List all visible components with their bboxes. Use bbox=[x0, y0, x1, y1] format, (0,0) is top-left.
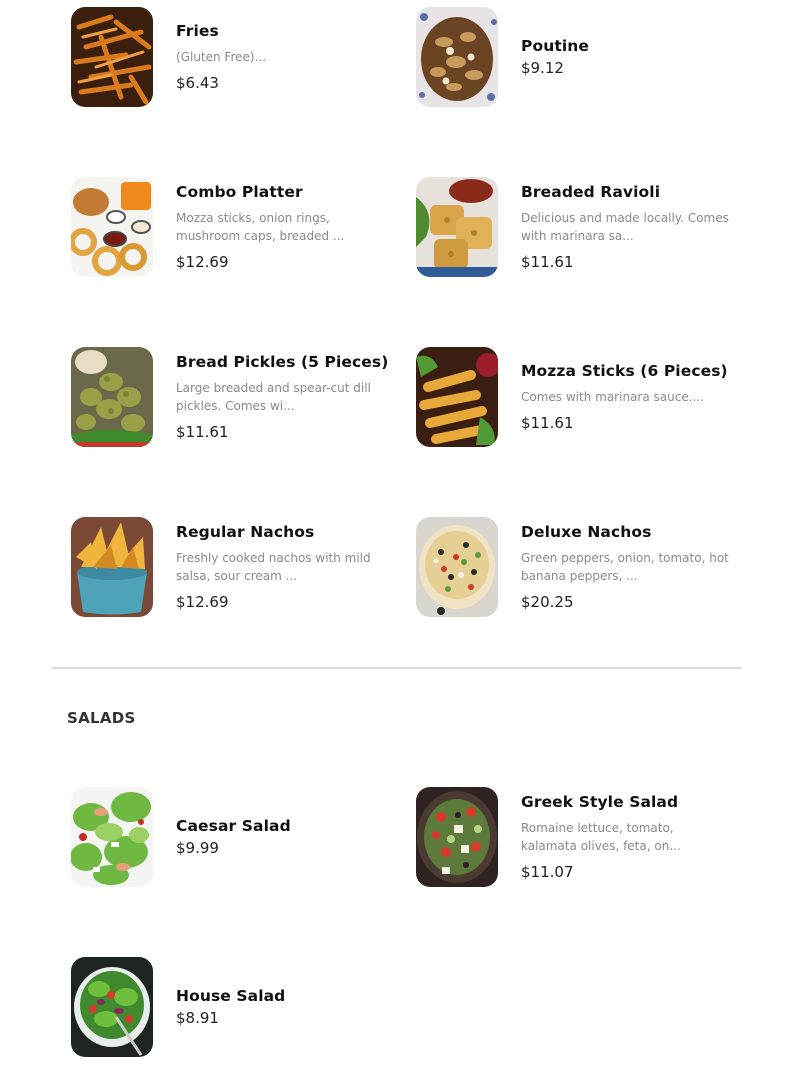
item-name: Poutine bbox=[521, 37, 590, 55]
menu-item-bread-pickles[interactable]: Bread Pickles (5 Pieces) Large breaded a… bbox=[71, 347, 411, 447]
item-price: $9.12 bbox=[521, 59, 564, 77]
item-price: $11.61 bbox=[176, 423, 229, 441]
item-name: Bread Pickles (5 Pieces) bbox=[176, 353, 389, 371]
item-name: Deluxe Nachos bbox=[521, 523, 652, 541]
menu-item-breaded-ravioli[interactable]: Breaded Ravioli Delicious and made local… bbox=[416, 177, 756, 277]
house-salad-image bbox=[71, 957, 153, 1057]
menu-item-greek-style-salad[interactable]: Greek Style Salad Romaine lettuce, tomat… bbox=[416, 787, 756, 887]
item-description: Large breaded and spear-cut dill pickles… bbox=[176, 381, 371, 413]
item-name: Caesar Salad bbox=[176, 817, 291, 835]
mozza-sticks-image bbox=[416, 347, 498, 447]
deluxe-nachos-info: Deluxe Nachos Green peppers, onion, toma… bbox=[521, 517, 751, 617]
greek-salad-info: Greek Style Salad Romaine lettuce, tomat… bbox=[521, 787, 751, 887]
item-description: (Gluten Free)... bbox=[176, 50, 267, 64]
menu-item-fries[interactable]: Fries (Gluten Free)... $6.43 bbox=[71, 7, 411, 107]
item-description: Freshly cooked nachos with mild salsa, s… bbox=[176, 551, 371, 583]
section-title-salads: SALADS bbox=[67, 709, 136, 727]
menu-item-mozza-sticks[interactable]: Mozza Sticks (6 Pieces) Comes with marin… bbox=[416, 347, 756, 447]
menu-item-caesar-salad[interactable]: Caesar Salad $9.99 bbox=[71, 787, 411, 887]
menu-item-house-salad[interactable]: House Salad $8.91 bbox=[71, 957, 411, 1057]
item-name: Regular Nachos bbox=[176, 523, 315, 541]
item-price: $12.69 bbox=[176, 593, 229, 611]
poutine-image bbox=[416, 7, 498, 107]
item-name: Greek Style Salad bbox=[521, 793, 679, 811]
regular-nachos-image bbox=[71, 517, 153, 617]
item-name: Combo Platter bbox=[176, 183, 303, 201]
bread-pickles-image bbox=[71, 347, 153, 447]
item-description: Romaine lettuce, tomato, kalamata olives… bbox=[521, 821, 681, 853]
menu-item-regular-nachos[interactable]: Regular Nachos Freshly cooked nachos wit… bbox=[71, 517, 411, 617]
menu-item-poutine[interactable]: Poutine $9.12 bbox=[416, 7, 756, 107]
item-price: $11.07 bbox=[521, 863, 574, 881]
item-name: Breaded Ravioli bbox=[521, 183, 661, 201]
poutine-info: Poutine $9.12 bbox=[521, 7, 751, 107]
caesar-salad-image bbox=[71, 787, 153, 887]
item-description: Delicious and made locally. Comes with m… bbox=[521, 211, 729, 243]
item-description: Comes with marinara sauce.... bbox=[521, 390, 704, 404]
greek-salad-image bbox=[416, 787, 498, 887]
item-price: $6.43 bbox=[176, 74, 219, 92]
regular-nachos-info: Regular Nachos Freshly cooked nachos wit… bbox=[176, 517, 406, 617]
mozza-sticks-info: Mozza Sticks (6 Pieces) Comes with marin… bbox=[521, 347, 751, 447]
fries-info: Fries (Gluten Free)... $6.43 bbox=[176, 7, 406, 107]
bread-pickles-info: Bread Pickles (5 Pieces) Large breaded a… bbox=[176, 347, 406, 447]
item-price: $12.69 bbox=[176, 253, 229, 271]
item-name: House Salad bbox=[176, 987, 286, 1005]
item-price: $9.99 bbox=[176, 839, 219, 857]
combo-platter-image bbox=[71, 177, 153, 277]
menu-item-combo-platter[interactable]: Combo Platter Mozza sticks, onion rings,… bbox=[71, 177, 411, 277]
fries-image bbox=[71, 7, 153, 107]
combo-platter-info: Combo Platter Mozza sticks, onion rings,… bbox=[176, 177, 406, 277]
item-price: $11.61 bbox=[521, 253, 574, 271]
item-description: Mozza sticks, onion rings, mushroom caps… bbox=[176, 211, 345, 243]
item-price: $20.25 bbox=[521, 593, 574, 611]
breaded-ravioli-info: Breaded Ravioli Delicious and made local… bbox=[521, 177, 751, 277]
section-divider bbox=[52, 667, 742, 669]
item-description: Green peppers, onion, tomato, hot banana… bbox=[521, 551, 729, 583]
menu-item-deluxe-nachos[interactable]: Deluxe Nachos Green peppers, onion, toma… bbox=[416, 517, 756, 617]
item-name: Mozza Sticks (6 Pieces) bbox=[521, 362, 728, 380]
deluxe-nachos-image bbox=[416, 517, 498, 617]
item-price: $11.61 bbox=[521, 414, 574, 432]
house-salad-info: House Salad $8.91 bbox=[176, 957, 406, 1057]
breaded-ravioli-image bbox=[416, 177, 498, 277]
item-price: $8.91 bbox=[176, 1009, 219, 1027]
item-name: Fries bbox=[176, 22, 219, 40]
caesar-salad-info: Caesar Salad $9.99 bbox=[176, 787, 406, 887]
